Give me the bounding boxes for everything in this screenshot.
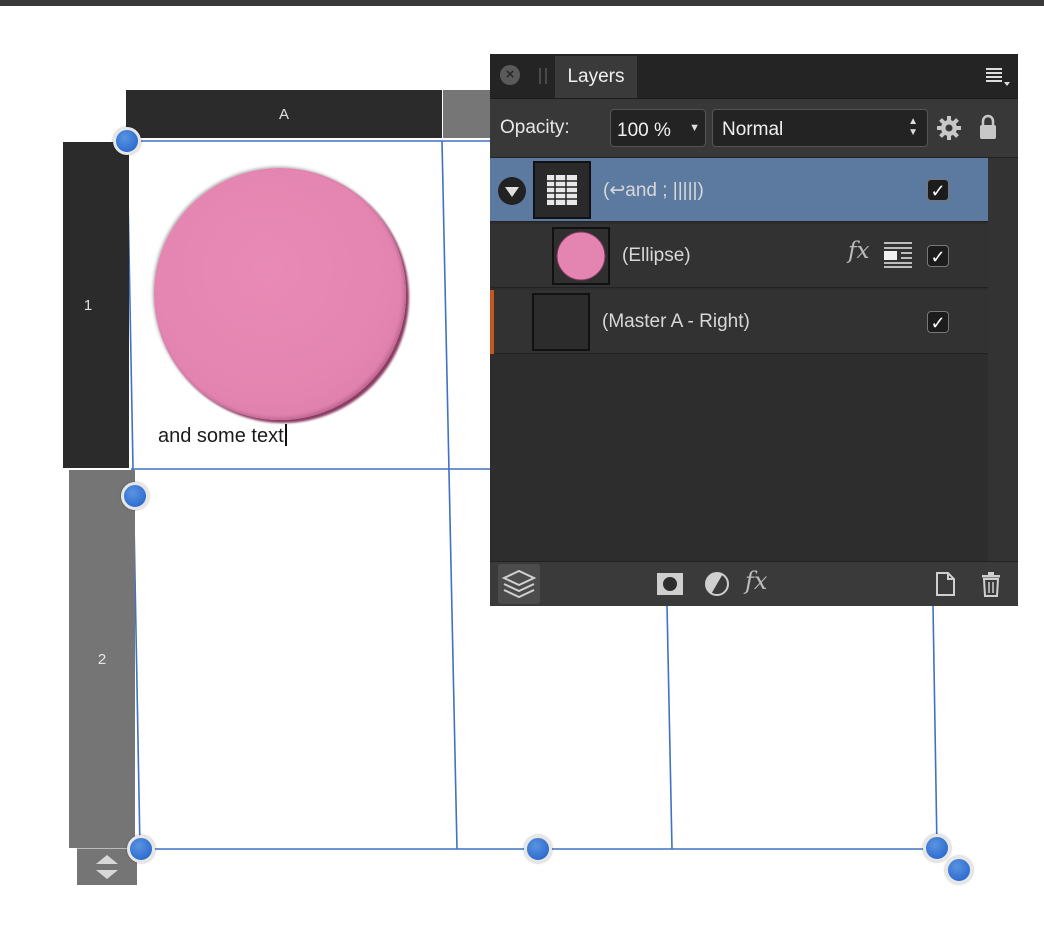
layers-stack-icon xyxy=(501,569,537,599)
panel-tab-bar: × Layers xyxy=(490,54,1018,99)
adjustment-layer-icon[interactable] xyxy=(703,570,731,598)
pink-ellipse[interactable] xyxy=(154,168,406,420)
master-page-marker xyxy=(490,290,494,354)
fx-icon[interactable]: fx xyxy=(848,238,869,264)
panel-grip-icon[interactable] xyxy=(539,68,547,84)
text-wrap-icon[interactable] xyxy=(883,240,913,268)
selection-handle-row-divider[interactable] xyxy=(121,482,149,510)
master-thumbnail xyxy=(532,293,590,351)
selection-handle-top-left[interactable] xyxy=(113,127,141,155)
opacity-value: 100 % xyxy=(617,120,671,141)
selection-handle-bottom-middle[interactable] xyxy=(524,835,552,863)
triangle-down-icon xyxy=(505,187,519,197)
tab-layers[interactable]: Layers xyxy=(555,56,637,98)
new-page-icon[interactable] xyxy=(931,570,959,598)
layer-list-scrollbar[interactable] xyxy=(988,158,1018,561)
blend-mode-value: Normal xyxy=(722,119,784,140)
visibility-checkbox[interactable]: ✓ xyxy=(927,311,949,333)
layer-name-table: (↩and ; |||||) xyxy=(603,180,704,201)
select-stepper-icon: ▲ ▼ xyxy=(908,116,918,138)
column-header-a[interactable]: A xyxy=(126,90,442,138)
opacity-toolbar: Opacity: 100 % ▼ Normal ▲ ▼ xyxy=(490,99,1018,158)
layer-name-ellipse: (Ellipse) xyxy=(622,245,691,266)
layer-list: (↩and ; |||||) ✓ (Ellipse) fx ✓ (Master … xyxy=(490,158,988,561)
blend-mode-select[interactable]: Normal ▲ ▼ xyxy=(712,109,928,147)
cell-text-content[interactable]: and some text xyxy=(158,425,284,447)
panel-menu-icon[interactable] xyxy=(984,64,1012,88)
text-caret xyxy=(284,424,287,446)
trash-icon[interactable] xyxy=(977,570,1005,598)
layers-stack-button[interactable] xyxy=(498,564,540,604)
layer-row-master[interactable]: (Master A - Right) ✓ xyxy=(490,290,988,354)
gear-icon[interactable] xyxy=(936,115,962,141)
fx-add-effect-icon[interactable]: fx xyxy=(745,567,767,595)
close-panel-icon[interactable]: × xyxy=(500,65,520,85)
panel-bottom-toolbar: fx xyxy=(490,561,1018,606)
pink-circle-icon xyxy=(556,231,606,281)
layers-panel: × Layers Opacity: 100 % ▼ Normal ▲ ▼ (↩a… xyxy=(490,54,1018,606)
selection-handle-bottom-right[interactable] xyxy=(923,834,951,862)
resize-arrows-icon xyxy=(96,855,118,879)
opacity-label: Opacity: xyxy=(500,117,570,138)
table-resize-handle[interactable] xyxy=(945,856,973,884)
lock-icon[interactable] xyxy=(977,113,999,141)
opacity-dropdown[interactable]: 100 % ▼ xyxy=(610,109,706,147)
layer-row-table[interactable]: (↩and ; |||||) ✓ xyxy=(490,158,988,222)
ellipse-thumbnail xyxy=(552,227,610,285)
cell-text[interactable]: and some text xyxy=(158,424,287,448)
table-thumbnail xyxy=(533,161,591,219)
layer-name-master: (Master A - Right) xyxy=(602,311,750,332)
table-grid-icon xyxy=(547,175,577,205)
mask-layer-icon[interactable] xyxy=(656,570,684,598)
selection-handle-bottom-left[interactable] xyxy=(127,835,155,863)
expand-toggle[interactable] xyxy=(498,177,526,205)
visibility-checkbox[interactable]: ✓ xyxy=(927,179,949,201)
visibility-checkbox[interactable]: ✓ xyxy=(927,245,949,267)
row-header-2[interactable]: 2 xyxy=(69,470,135,848)
dropdown-arrow-icon: ▼ xyxy=(689,122,700,134)
layer-row-ellipse[interactable]: (Ellipse) fx ✓ xyxy=(490,224,988,288)
row-header-1[interactable]: 1 xyxy=(63,142,129,468)
